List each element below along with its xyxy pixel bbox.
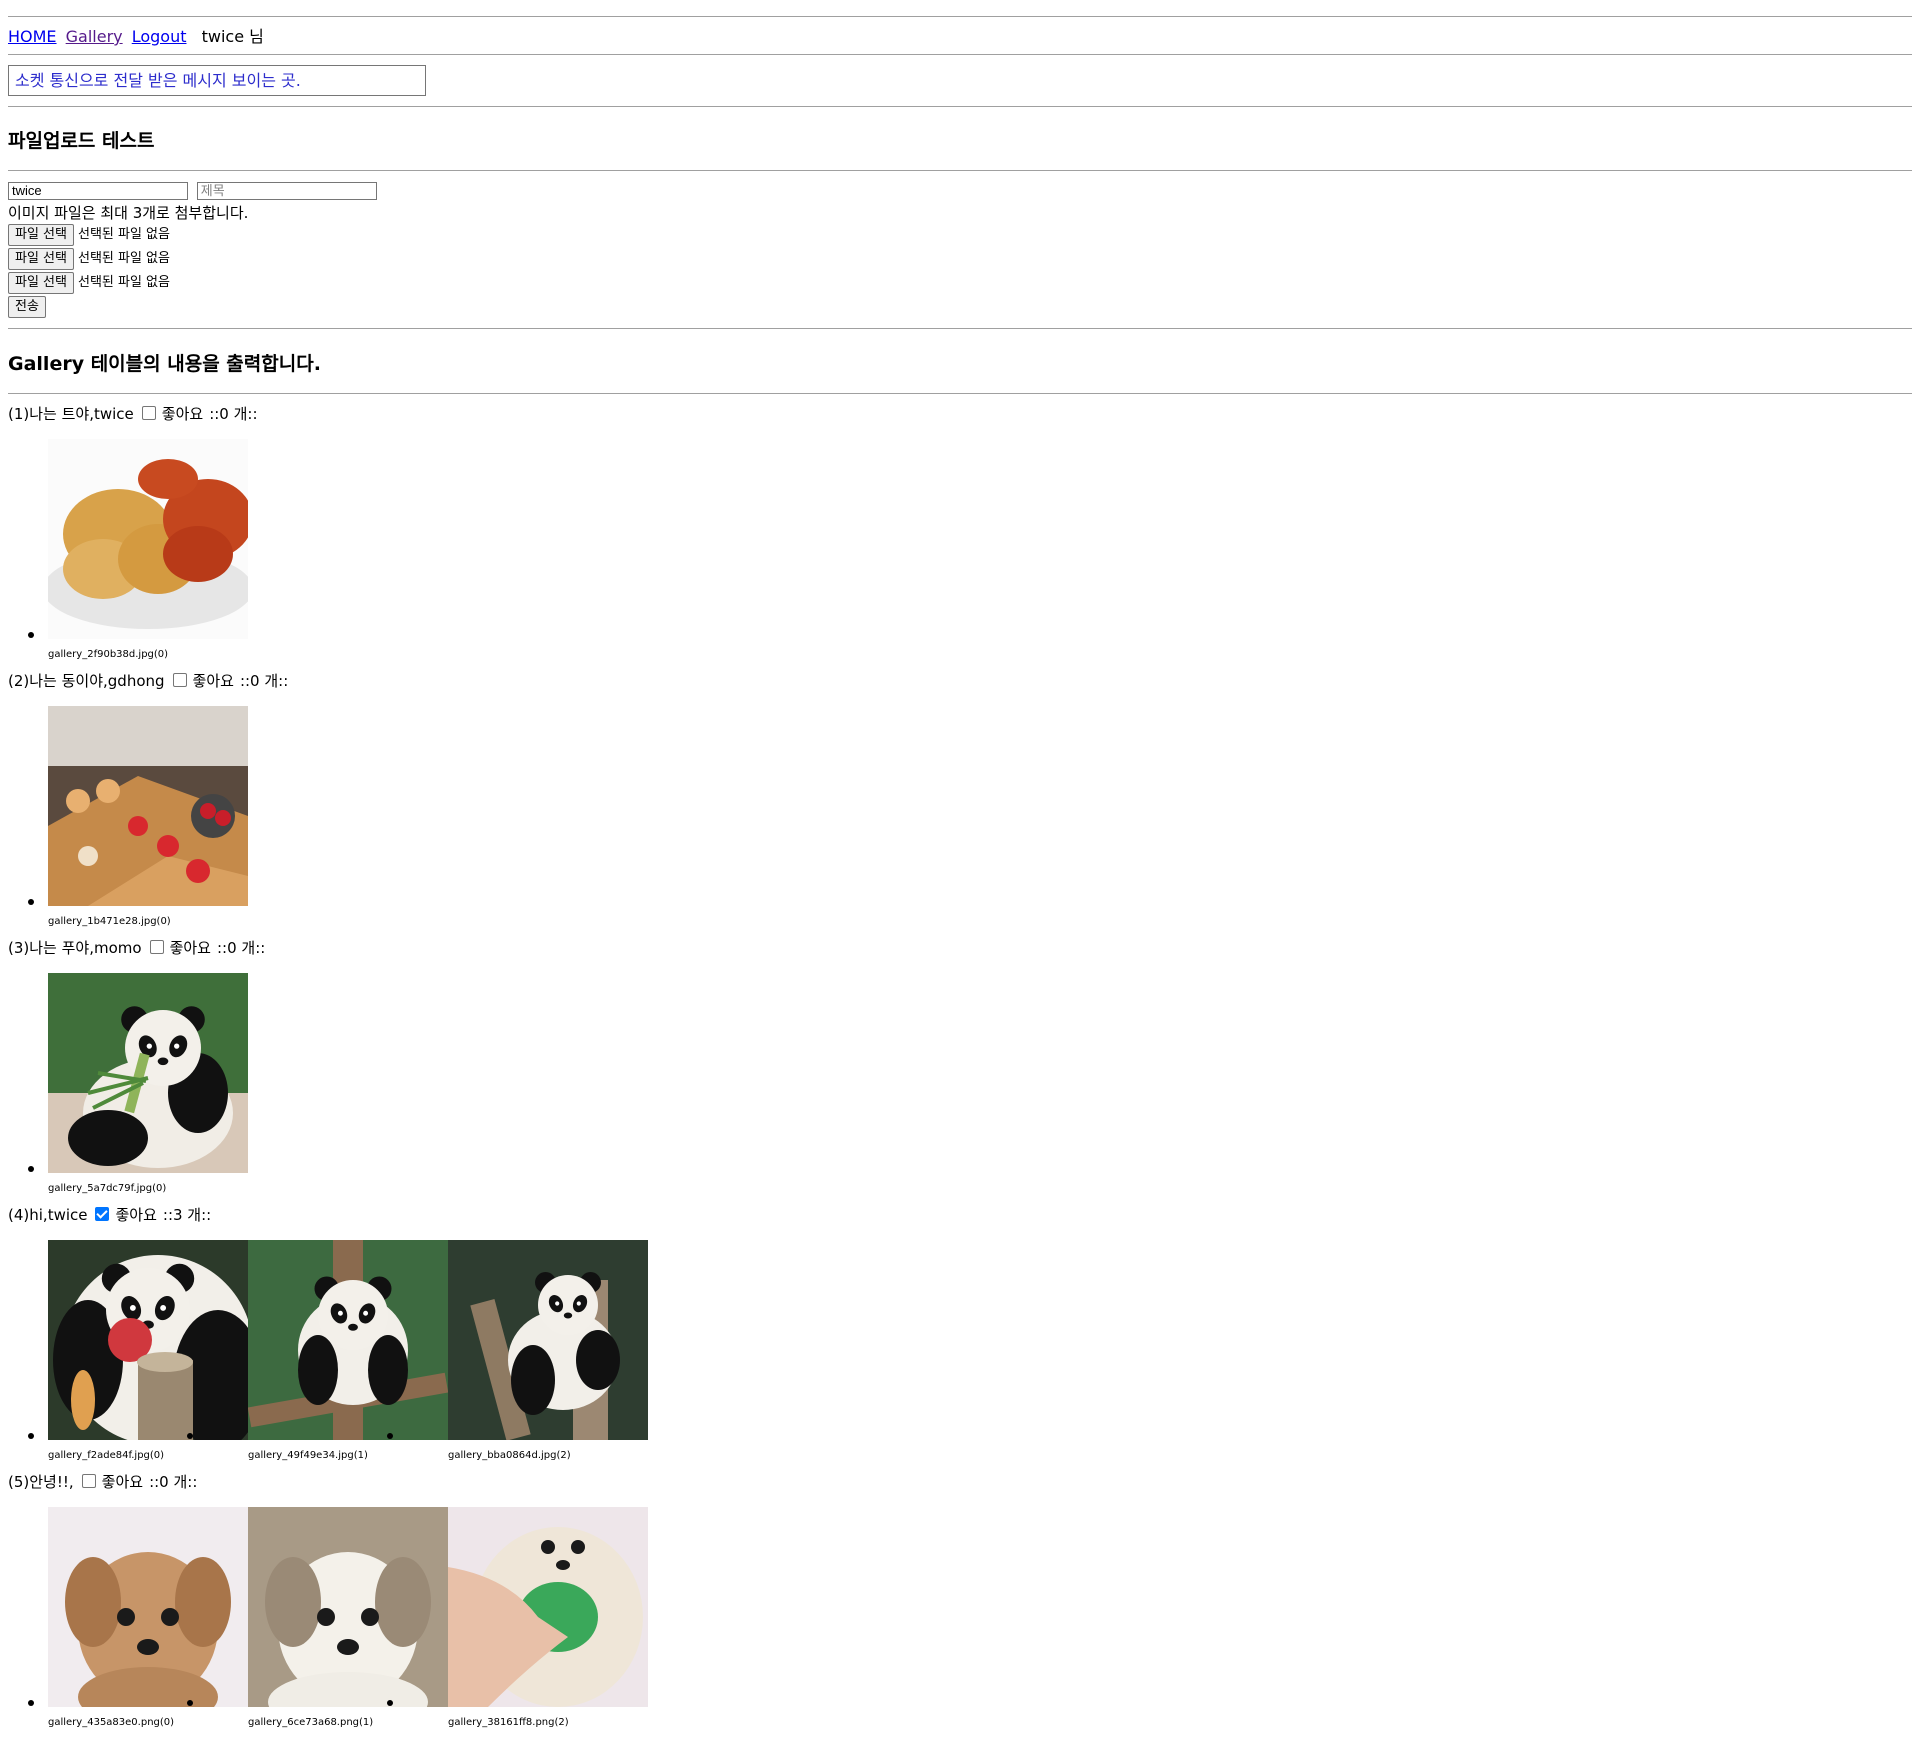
image-filename: gallery_2f90b38d.jpg(0) xyxy=(48,649,169,660)
post-header: (3)나는 푸야,momo 좋아요::0 개:: xyxy=(8,936,1912,960)
file-row-1: 파일 선택 선택된 파일 없음 xyxy=(8,223,381,247)
submit-button[interactable]: 전송 xyxy=(8,295,46,318)
writer-input[interactable] xyxy=(8,181,188,200)
image-list-item: gallery_435a83e0.png(0) xyxy=(8,1507,248,1737)
form-divider xyxy=(8,328,1912,329)
gallery-divider xyxy=(8,393,1912,394)
gallery-post-list: (1)나는 트야,twice 좋아요::0 개:: gallery_2f90b38… xyxy=(8,402,1912,1737)
gallery-post: (4)hi,twice 좋아요::3 개:: gallery_f2ade84f.j… xyxy=(8,1203,1912,1470)
upload-note: 이미지 파일은 최대 3개로 첨부합니다. xyxy=(8,204,249,222)
top-nav: HOME Gallery Logout twice 님 xyxy=(8,26,264,48)
image-list-item: gallery_49f49e34.jpg(1) xyxy=(187,1240,448,1470)
image-list-item: gallery_2f90b38d.jpg(0) xyxy=(8,439,248,669)
no-file-text-2: 선택된 파일 없음 xyxy=(77,251,170,266)
post-title: (5)안녕!!, xyxy=(8,1473,74,1491)
submit-row: 전송 xyxy=(8,295,381,319)
upload-form: 이미지 파일은 최대 3개로 첨부합니다. 파일 선택선택된 파일 없음 파일 … xyxy=(8,181,381,319)
list-bullet xyxy=(387,1700,393,1706)
gallery-post: (2)나는 동이야,gdhong 좋아요::0 개:: gallery_1b471… xyxy=(8,669,1912,936)
list-bullet xyxy=(187,1433,193,1439)
gallery-image[interactable] xyxy=(48,973,248,1173)
image-filename: gallery_f2ade84f.jpg(0) xyxy=(48,1450,165,1461)
like-count: ::0 개:: xyxy=(209,405,258,423)
file-select-button-1[interactable]: 파일 선택 xyxy=(8,224,74,246)
like-label: 좋아요 xyxy=(161,405,204,423)
file-select-button-3[interactable]: 파일 선택 xyxy=(8,272,74,294)
list-bullet xyxy=(28,632,34,638)
image-filename: gallery_1b471e28.jpg(0) xyxy=(48,916,171,927)
file-row-2: 파일 선택 선택된 파일 없음 xyxy=(8,247,381,271)
post-title: (4)hi,twice xyxy=(8,1206,88,1224)
like-checkbox[interactable] xyxy=(172,673,187,687)
upload-heading: 파일업로드 테스트 xyxy=(8,130,155,152)
top-divider xyxy=(8,16,1912,17)
gallery-post: (5)안녕!!, 좋아요::0 개:: gallery_435a83e0.png(… xyxy=(8,1470,1912,1737)
gallery-image[interactable] xyxy=(48,706,248,906)
image-list-item: gallery_6ce73a68.png(1) xyxy=(187,1507,448,1737)
message-divider xyxy=(8,106,1912,107)
nav-logout-link[interactable]: Logout xyxy=(132,27,187,46)
nav-divider xyxy=(8,54,1912,55)
image-filename: gallery_bba0864d.jpg(2) xyxy=(448,1450,571,1461)
file-row-3: 파일 선택 선택된 파일 없음 xyxy=(8,271,381,295)
like-label: 좋아요 xyxy=(115,1206,157,1224)
title-input[interactable] xyxy=(196,181,377,200)
nav-gallery-link[interactable]: Gallery xyxy=(66,27,123,46)
like-label: 좋아요 xyxy=(192,672,234,690)
gallery-heading: Gallery 테이블의 내용을 출력합니다. xyxy=(8,353,321,375)
like-count: ::0 개:: xyxy=(216,939,266,957)
list-bullet xyxy=(28,1433,34,1439)
like-label: 좋아요 xyxy=(101,1473,144,1491)
file-select-button-2[interactable]: 파일 선택 xyxy=(8,248,74,270)
user-suffix: 님 xyxy=(249,27,264,46)
list-bullet xyxy=(28,1166,34,1172)
list-bullet xyxy=(28,1700,34,1706)
image-list-item: gallery_bba0864d.jpg(2) xyxy=(387,1240,648,1470)
like-label: 좋아요 xyxy=(169,939,211,957)
image-filename: gallery_6ce73a68.png(1) xyxy=(248,1717,374,1728)
image-list-item: gallery_38161ff8.png(2) xyxy=(387,1507,648,1737)
like-checkbox[interactable] xyxy=(81,1474,96,1488)
image-list-item: gallery_f2ade84f.jpg(0) xyxy=(8,1240,248,1470)
like-checkbox[interactable] xyxy=(95,1207,110,1221)
like-checkbox[interactable] xyxy=(149,940,164,954)
gallery-image[interactable] xyxy=(48,439,248,639)
no-file-text-3: 선택된 파일 없음 xyxy=(77,275,170,290)
list-bullet xyxy=(387,1433,393,1439)
image-list-item: gallery_1b471e28.jpg(0) xyxy=(8,706,248,936)
post-title: (3)나는 푸야,momo xyxy=(8,939,142,957)
list-bullet xyxy=(187,1700,193,1706)
no-file-text-1: 선택된 파일 없음 xyxy=(77,227,170,242)
image-filename: gallery_49f49e34.jpg(1) xyxy=(248,1450,368,1461)
gallery-image[interactable] xyxy=(448,1240,648,1440)
like-count: ::0 개:: xyxy=(149,1473,198,1491)
post-header: (2)나는 동이야,gdhong 좋아요::0 개:: xyxy=(8,669,1912,693)
like-checkbox[interactable] xyxy=(141,406,156,420)
post-header: (1)나는 트야,twice 좋아요::0 개:: xyxy=(8,402,1912,426)
like-count: ::3 개:: xyxy=(162,1206,212,1224)
current-user: twice xyxy=(201,27,245,46)
like-count: ::0 개:: xyxy=(239,672,289,690)
post-title: (2)나는 동이야,gdhong xyxy=(8,672,165,690)
gallery-post: (3)나는 푸야,momo 좋아요::0 개:: gallery_5a7dc79f… xyxy=(8,936,1912,1203)
image-list-item: gallery_5a7dc79f.jpg(0) xyxy=(8,973,248,1203)
post-title: (1)나는 트야,twice xyxy=(8,405,134,423)
post-header: (4)hi,twice 좋아요::3 개:: xyxy=(8,1203,1912,1227)
gallery-image[interactable] xyxy=(448,1507,648,1707)
upload-divider xyxy=(8,170,1912,171)
gallery-post: (1)나는 트야,twice 좋아요::0 개:: gallery_2f90b38… xyxy=(8,402,1912,669)
nav-home-link[interactable]: HOME xyxy=(8,27,57,46)
image-filename: gallery_5a7dc79f.jpg(0) xyxy=(48,1183,167,1194)
socket-message-box: 소켓 통신으로 전달 받은 메시지 보이는 곳. xyxy=(8,65,426,96)
list-bullet xyxy=(28,899,34,905)
image-filename: gallery_435a83e0.png(0) xyxy=(48,1717,175,1728)
post-header: (5)안녕!!, 좋아요::0 개:: xyxy=(8,1470,1912,1494)
image-filename: gallery_38161ff8.png(2) xyxy=(448,1717,569,1728)
